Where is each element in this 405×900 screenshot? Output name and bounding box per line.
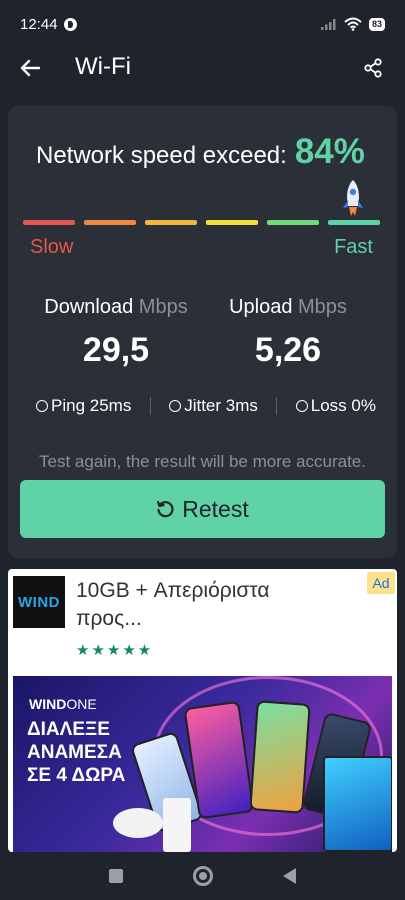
share-icon <box>364 58 382 78</box>
robot-vacuum-graphic <box>113 808 163 838</box>
speed-exceed-label: Network speed exceed: <box>36 142 287 169</box>
status-left: 12:44 <box>20 16 77 33</box>
stat-divider <box>149 397 151 415</box>
upload-metric: Upload Mbps 5,26 <box>198 296 378 370</box>
tv-graphic <box>323 756 392 852</box>
accuracy-hint: Test again, the result will be more accu… <box>39 452 366 471</box>
speed-scale-bar <box>23 220 383 226</box>
ad-rating-stars: ★★★★★ <box>76 642 154 659</box>
scale-segment-6 <box>328 220 380 225</box>
slow-label: Slow <box>30 236 74 258</box>
ad-badge[interactable]: Ad <box>367 572 395 594</box>
stat-divider <box>276 397 278 415</box>
upload-label: Upload <box>229 296 293 318</box>
wifi-icon <box>344 17 362 31</box>
ad-banner-image[interactable]: WINDONE ΔΙΑΛΕΞΕ ΑΝΑΜΕΣΑ ΣΕ 4 ΔΩΡΑ <box>13 676 392 852</box>
system-nav-bar <box>0 852 405 900</box>
scale-segment-4 <box>206 220 258 225</box>
banner-brand: WINDONE <box>29 696 97 712</box>
jitter-value: Jitter 3ms <box>184 396 258 415</box>
download-label: Download <box>44 296 134 318</box>
fast-label: Fast <box>334 236 373 258</box>
signal-icon <box>320 19 336 30</box>
ad-card[interactable]: WIND 10GB + Απεριόριστα προς... ★★★★★ Ad… <box>8 569 397 852</box>
scale-segment-1 <box>23 220 75 225</box>
speed-result-card: Network speed exceed: 84% Slow Fast Down… <box>8 106 397 558</box>
banner-brand-suffix: ONE <box>66 696 97 712</box>
loss-stat: Loss 0% <box>295 396 376 416</box>
ping-stat: Ping 25ms <box>36 396 131 416</box>
jitter-stat: Jitter 3ms <box>169 396 258 416</box>
download-value: 29,5 <box>82 331 150 369</box>
jitter-icon <box>169 400 182 412</box>
recent-apps-button[interactable] <box>109 869 123 883</box>
ad-logo: WIND <box>13 576 65 628</box>
notification-icon <box>63 17 77 31</box>
upload-heading: Upload Mbps <box>198 296 378 319</box>
page-title: Wi-Fi <box>75 53 131 80</box>
app-bar: Wi-Fi <box>0 48 405 90</box>
scale-segment-5 <box>267 220 319 225</box>
status-right: 83 <box>320 17 385 31</box>
ping-value: Ping 25ms <box>51 396 132 415</box>
rocket-icon <box>343 180 363 216</box>
back-button[interactable] <box>16 54 44 82</box>
status-bar: 12:44 83 <box>0 0 405 48</box>
scale-segment-2 <box>84 220 136 225</box>
ad-title[interactable]: 10GB + Απεριόριστα προς... <box>76 577 326 633</box>
stats-row: Ping 25ms Jitter 3ms Loss 0% <box>36 394 376 418</box>
share-button[interactable] <box>359 54 387 82</box>
console-graphic <box>163 798 191 852</box>
phone-graphic <box>249 700 311 814</box>
scale-segment-3 <box>145 220 197 225</box>
banner-brand-name: WIND <box>29 696 67 712</box>
refresh-icon <box>157 500 174 518</box>
system-back-button[interactable] <box>283 868 296 884</box>
battery-indicator: 83 <box>368 17 385 31</box>
download-metric: Download Mbps 29,5 <box>26 296 206 370</box>
loss-value: Loss 0% <box>310 396 376 415</box>
home-button[interactable] <box>193 866 213 886</box>
status-time: 12:44 <box>20 15 58 33</box>
upload-value: 5,26 <box>254 331 322 369</box>
banner-headline: ΔΙΑΛΕΞΕ ΑΝΑΜΕΣΑ ΣΕ 4 ΔΩΡΑ <box>27 719 126 786</box>
ping-icon <box>36 400 48 412</box>
loss-icon <box>295 400 308 412</box>
retest-label: Retest <box>182 495 249 522</box>
speed-exceed-row: Network speed exceed: 84% <box>36 132 365 172</box>
download-heading: Download Mbps <box>26 296 206 319</box>
download-unit: Mbps <box>138 296 188 318</box>
retest-button[interactable]: Retest <box>20 480 385 538</box>
speed-exceed-value: 84% <box>294 132 365 171</box>
upload-unit: Mbps <box>298 296 347 318</box>
arrow-left-icon <box>20 59 40 77</box>
